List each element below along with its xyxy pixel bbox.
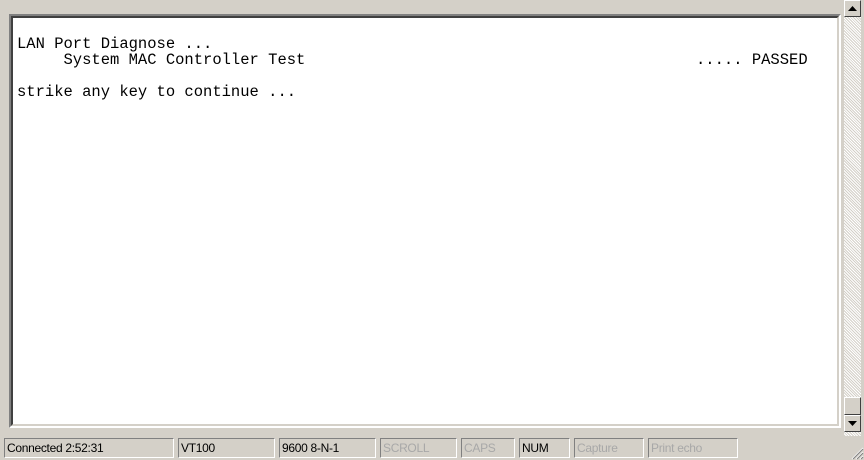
resize-grip-icon[interactable] [850, 446, 864, 460]
scroll-down-button[interactable] [844, 415, 861, 432]
status-emulation: VT100 [178, 438, 275, 458]
status-num: NUM [519, 438, 570, 458]
terminal-window-client: LAN Port Diagnose ... System MAC Control… [0, 0, 844, 434]
terminal-screen[interactable]: LAN Port Diagnose ... System MAC Control… [11, 16, 839, 426]
terminal-frame: LAN Port Diagnose ... System MAC Control… [9, 14, 841, 428]
scroll-up-button[interactable] [844, 0, 861, 17]
status-connected: Connected 2:52:31 [4, 438, 174, 458]
triangle-up-icon [848, 6, 857, 11]
vertical-scrollbar[interactable] [844, 0, 861, 440]
status-bar: Connected 2:52:31 VT100 9600 8-N-1 SCROL… [0, 436, 864, 460]
status-caps: CAPS [461, 438, 515, 458]
terminal-line: LAN Port Diagnose ... [17, 35, 213, 53]
triangle-down-icon [848, 421, 857, 426]
status-print-echo: Print echo [648, 438, 738, 458]
status-scroll: SCROLL [380, 438, 457, 458]
status-capture: Capture [574, 438, 644, 458]
terminal-line: System MAC Controller Test ..... PASSED [17, 51, 808, 69]
terminal-line: strike any key to continue ... [17, 83, 297, 101]
status-port-settings: 9600 8-N-1 [279, 438, 376, 458]
scrollbar-thumb[interactable] [844, 397, 861, 415]
